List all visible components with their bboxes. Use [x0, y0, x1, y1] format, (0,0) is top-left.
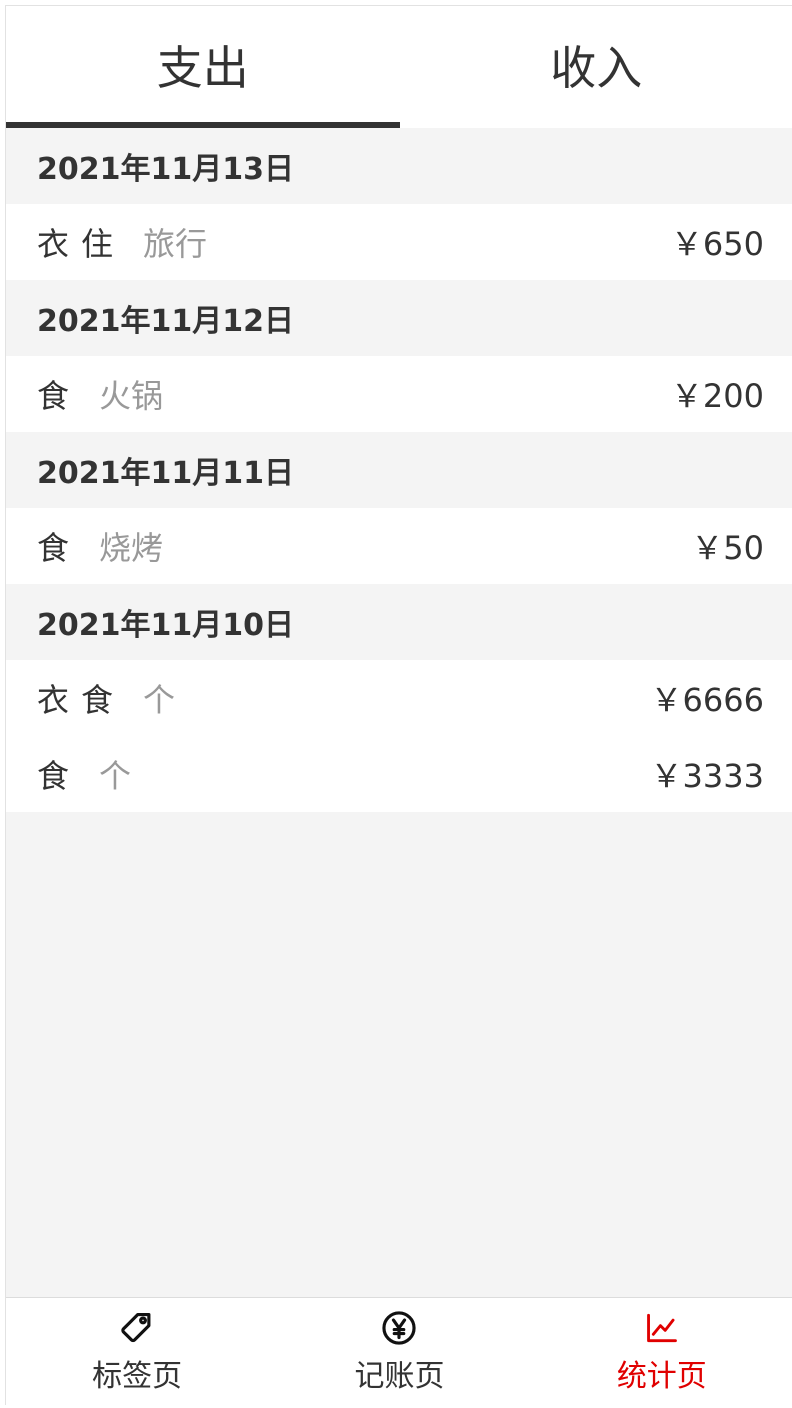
record-tag: 食 — [37, 757, 70, 795]
record-tag: 衣 — [37, 225, 70, 263]
record-row[interactable]: 食 火锅 ￥200 — [6, 356, 792, 432]
record-note: 火锅 — [99, 377, 164, 415]
record-row[interactable]: 食 烧烤 ￥50 — [6, 508, 792, 584]
record-amount: ￥6666 — [650, 681, 764, 719]
nav-label: 标签页 — [92, 1358, 183, 1394]
nav-label: 记账页 — [354, 1358, 445, 1394]
record-tag: 住 — [81, 225, 114, 263]
nav-item-money[interactable]: 记账页 — [268, 1298, 530, 1405]
nav-label: 统计页 — [616, 1358, 707, 1394]
date-header: 2021年11月13日 — [6, 128, 792, 204]
record-tags: 衣 住 — [37, 219, 125, 265]
app-frame: 支出 收入 2021年11月13日 衣 住 旅行 ￥650 2021年11月12… — [5, 5, 792, 1405]
record-tags: 食 — [37, 751, 81, 797]
record-tags: 食 — [37, 523, 81, 569]
record-row[interactable]: 食 个 ￥3333 — [6, 736, 792, 812]
record-tag: 衣 — [37, 681, 70, 719]
nav-item-tags[interactable]: 标签页 — [6, 1298, 268, 1405]
record-note: 个 — [143, 681, 176, 719]
date-header: 2021年11月10日 — [6, 584, 792, 660]
tab-income[interactable]: 收入 — [400, 6, 792, 128]
record-row[interactable]: 衣 住 旅行 ￥650 — [6, 204, 792, 280]
chart-line-icon — [646, 1313, 677, 1342]
record-amount: ￥3333 — [650, 757, 764, 795]
record-note: 旅行 — [143, 225, 208, 263]
date-header: 2021年11月12日 — [6, 280, 792, 356]
record-list: 2021年11月13日 衣 住 旅行 ￥650 2021年11月12日 食 火锅… — [6, 128, 792, 812]
record-note: 烧烤 — [99, 529, 164, 567]
tag-icon — [121, 1312, 151, 1342]
tab-expense[interactable]: 支出 — [6, 6, 400, 128]
record-row[interactable]: 衣 食 个 ￥6666 — [6, 660, 792, 736]
record-amount: ￥650 — [670, 225, 764, 263]
record-tag: 食 — [37, 529, 70, 567]
record-amount: ￥200 — [670, 377, 764, 415]
bottom-nav: 标签页 记账页 统计页 — [6, 1297, 792, 1405]
record-tags: 食 — [37, 371, 81, 417]
record-tag: 食 — [37, 377, 70, 415]
record-amount: ￥50 — [691, 529, 764, 567]
date-header: 2021年11月11日 — [6, 432, 792, 508]
yuan-coin-icon — [382, 1310, 417, 1345]
record-tag: 食 — [81, 681, 114, 719]
type-tabs: 支出 收入 — [6, 6, 792, 128]
record-tags: 衣 食 — [37, 675, 125, 721]
nav-item-statistics[interactable]: 统计页 — [531, 1298, 792, 1405]
record-note: 个 — [99, 757, 132, 795]
